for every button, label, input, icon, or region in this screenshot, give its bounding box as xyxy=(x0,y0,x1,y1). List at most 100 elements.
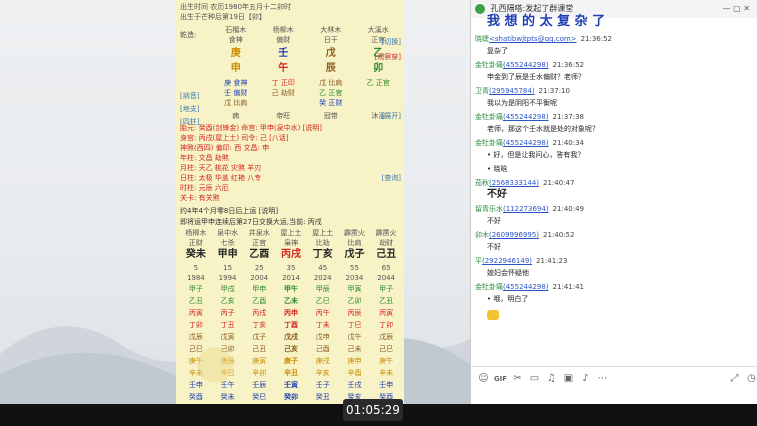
dayun-ganzhi-7: 己丑 xyxy=(376,249,397,260)
sender-qq-link[interactable]: (112273694) xyxy=(503,205,549,213)
lotus-decoration-icon xyxy=(197,347,233,383)
shishen-year: 食神 xyxy=(228,36,243,44)
sender-name[interactable]: 金牡卦痛 xyxy=(475,139,503,147)
dizhi-tag[interactable]: [地支] xyxy=(180,104,199,114)
sender-qq-link[interactable]: (455244298) xyxy=(503,113,549,121)
liunian-cell: 丙午 xyxy=(315,309,330,317)
sender-name[interactable]: 留青乐水 xyxy=(475,205,503,213)
liunian-cell: 庚戌 xyxy=(315,357,330,365)
nayin-day: 大林木 xyxy=(320,26,342,34)
liunian-cell: 辛亥 xyxy=(315,369,330,377)
dayun-nayin-1: 杨柳木 xyxy=(185,229,207,237)
dayun-ganzhi-2: 甲申 xyxy=(217,249,238,260)
liunian-cell: 丁未 xyxy=(315,321,330,329)
nayin-hour: 大溪水 xyxy=(367,26,389,34)
message-list[interactable]: 晓婕<shatibwjtpts@qq.com> 21:36:52 复杂了 金牡卦痛(4… xyxy=(471,16,757,366)
liunian-cell: 癸巳 xyxy=(252,393,267,401)
sender-qq-link[interactable]: (455244298) xyxy=(503,139,549,147)
liunian-cell: 丁卯 xyxy=(188,321,203,329)
sender-name[interactable]: 卫青 xyxy=(475,87,489,95)
message-time: 21:40:34 xyxy=(552,139,584,147)
sender-name[interactable]: 平 xyxy=(475,257,482,265)
image-icon[interactable]: ▣ xyxy=(562,372,575,385)
liunian-cell: 己酉 xyxy=(315,345,330,353)
message-time: 21:41:41 xyxy=(552,283,584,291)
liunian-cell: 丁卯 xyxy=(379,321,394,329)
sender-qq-link[interactable]: <shatibwjtpts@qq.com> xyxy=(489,35,577,43)
history-icon[interactable]: ◷ xyxy=(745,372,757,385)
canggan-1-2: 丁 正印 xyxy=(271,79,295,87)
liunian-cell: 癸酉 xyxy=(188,393,203,401)
dayun-nayin-2: 泉中水 xyxy=(217,229,239,237)
liunian-cell: 辛卯 xyxy=(252,369,267,377)
liunian-row: 丙寅 丙子 丙戌 丙申 丙午 丙辰 丙寅 xyxy=(180,308,402,318)
message-body: • 好，但是让我问心，答有我？ xyxy=(487,151,585,159)
dayun-ganzhi-5: 丁亥 xyxy=(312,249,333,260)
pattern-link[interactable]: [观察穿] xyxy=(375,52,401,62)
dayun-age-2: 15 xyxy=(223,264,233,272)
canggan-1-3: 戊 比肩 xyxy=(319,79,343,87)
dayun-year-4: 2014 xyxy=(282,274,300,282)
liunian-cell: 癸卯 xyxy=(284,393,299,401)
message-input[interactable] xyxy=(471,390,757,404)
sender-qq-link[interactable]: (2568333144) xyxy=(489,179,539,187)
sender-name[interactable]: 金牡卦痛 xyxy=(475,61,503,69)
liunian-cell: 乙丑 xyxy=(188,297,203,305)
dayun-nayin-7: 霹雳火 xyxy=(375,229,397,237)
sticker-icon xyxy=(487,310,499,320)
liunian-cell: 丙戌 xyxy=(252,309,267,317)
expand-icon[interactable]: ⤢ xyxy=(728,372,741,385)
dayun-age-6: 55 xyxy=(349,264,359,272)
message-body: 不好 xyxy=(487,189,507,200)
liunian-cell: 乙亥 xyxy=(220,297,235,305)
dayun-year-5: 2024 xyxy=(313,274,332,282)
dayun-age-5: 45 xyxy=(318,264,328,272)
message-time: 21:36:52 xyxy=(552,61,584,69)
message-body: 不好 xyxy=(487,217,501,225)
music-icon[interactable]: ♫ xyxy=(545,372,558,385)
canggan-2-2: 己 劫财 xyxy=(271,89,295,97)
folder-icon[interactable]: ▭ xyxy=(528,372,541,385)
liunian-cell: 甲寅 xyxy=(347,285,362,293)
liunian-cell: 癸丑 xyxy=(315,393,330,401)
sender-qq-link[interactable]: (2609996995) xyxy=(489,231,539,239)
sender-qq-link[interactable]: (2922946149) xyxy=(482,257,532,265)
message-body: 不好 xyxy=(487,243,501,251)
message-body: 复杂了 xyxy=(487,47,508,55)
sender-qq-link[interactable]: (455244298) xyxy=(503,283,549,291)
liunian-cell: 甲午 xyxy=(284,285,299,293)
switch-link[interactable]: [切换] xyxy=(382,37,401,47)
query-link[interactable]: [查询] xyxy=(382,173,401,183)
message-header: 平(2922946149) 21:41:23 xyxy=(475,256,567,266)
nayin-header: 石榴木 杨柳木 大林木 大溪水 xyxy=(212,25,402,35)
sender-name[interactable]: 晓婕 xyxy=(475,35,489,43)
liunian-cell: 壬寅 xyxy=(284,381,299,389)
dayun-ganzhi-3: 乙酉 xyxy=(249,249,270,260)
sender-name[interactable]: 茄秋 xyxy=(475,179,489,187)
dayun-nayin-6: 霹雳火 xyxy=(343,229,365,237)
sender-name[interactable]: 金牡卦痛 xyxy=(475,113,503,121)
scissors-icon[interactable]: ✂ xyxy=(511,372,524,385)
gan-year: 庚 xyxy=(230,48,241,59)
sender-name[interactable]: 卯木 xyxy=(475,231,489,239)
expand-link[interactable]: [展开] xyxy=(382,111,401,121)
liunian-cell: 丁酉 xyxy=(284,321,299,329)
more-icon[interactable]: ⋯ xyxy=(596,372,609,385)
liunian-cell: 庚午 xyxy=(379,357,394,365)
bell-icon[interactable]: ♪ xyxy=(579,372,592,385)
sender-name[interactable]: 金牡卦痛 xyxy=(475,283,503,291)
nayin-tag[interactable]: [纳音] xyxy=(180,91,199,101)
gif-icon[interactable]: GIF xyxy=(494,372,507,385)
video-timestamp: 01:05:29 xyxy=(343,399,403,421)
sender-qq-link[interactable]: (295945784) xyxy=(489,87,535,95)
emoji-icon[interactable]: ☺ xyxy=(477,372,490,385)
zhi-month: 午 xyxy=(278,63,289,74)
sender-qq-link[interactable]: (455244298) xyxy=(503,61,549,69)
shishen-day: 日干 xyxy=(323,36,338,44)
liunian-cell: 丁巳 xyxy=(347,321,362,329)
message-header: 金牡卦痛(455244298) 21:40:34 xyxy=(475,138,584,148)
liunian-cell: 丙辰 xyxy=(347,309,362,317)
liunian-cell: 庚寅 xyxy=(252,357,267,365)
liunian-cell: 乙丑 xyxy=(379,297,394,305)
canggan-3-1: 戊 比肩 xyxy=(224,99,248,107)
